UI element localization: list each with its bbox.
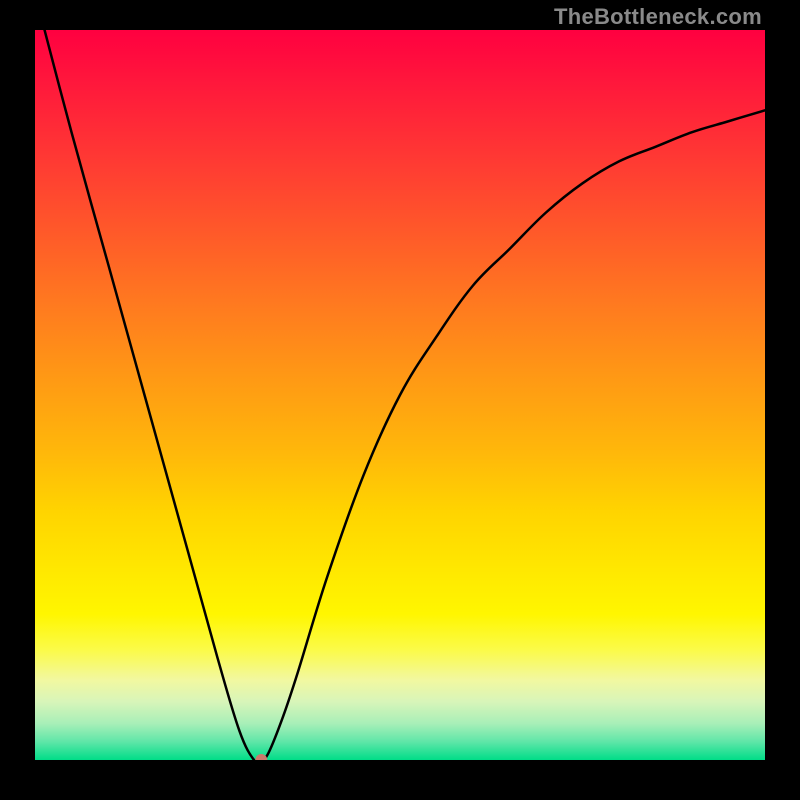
curve-layer [35, 30, 765, 760]
optimum-marker [255, 754, 267, 760]
chart-area [35, 30, 765, 760]
bottleneck-curve [35, 30, 765, 760]
watermark-text: TheBottleneck.com [554, 4, 762, 30]
